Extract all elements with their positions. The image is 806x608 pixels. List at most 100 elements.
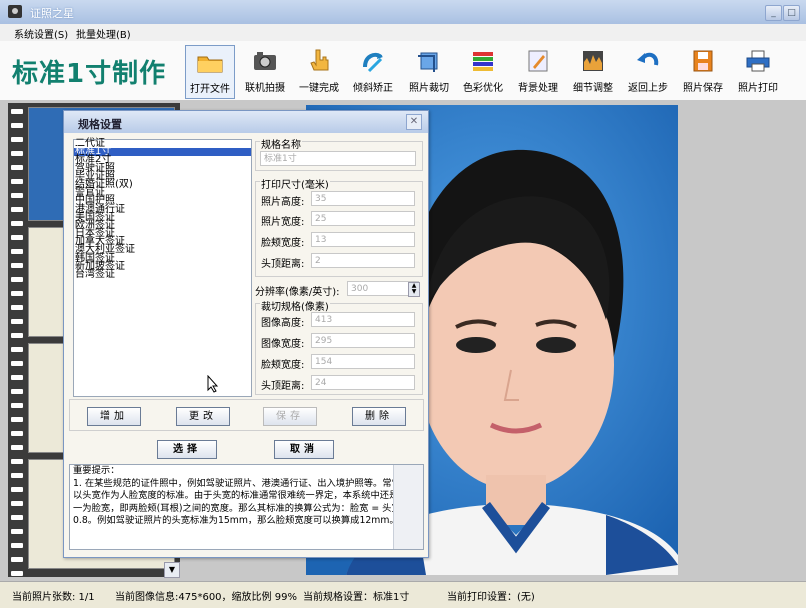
chevron-down-icon[interactable]: ▼ — [164, 562, 180, 578]
save-button[interactable]: 保存 — [263, 407, 317, 426]
crop-top-distance-input[interactable]: 24 — [311, 375, 415, 390]
dialog-title-bar: 规格设置 ✕ — [64, 111, 428, 133]
face-width-input[interactable]: 13 — [311, 232, 415, 247]
maximize-button[interactable]: □ — [783, 5, 800, 21]
histogram-icon — [583, 51, 603, 71]
status-print: 当前打印设置：(无) — [447, 592, 535, 603]
image-width-label: 图像宽度: — [261, 339, 305, 350]
film-hole — [11, 347, 23, 352]
camera-capture-button[interactable]: 联机拍摄 — [243, 45, 287, 97]
tilt-correct-button[interactable]: 倾斜矫正 — [350, 45, 396, 97]
spec-name-input[interactable]: 标准1寸 — [260, 151, 416, 166]
undo-arrow-icon — [637, 52, 659, 66]
window-title: 证照之星 — [30, 7, 74, 20]
spec-settings-dialog: 规格设置 ✕ 二代证 标准1寸 标准2寸 驾驶证照 毕业证照 结婚证照(双) 警官证 中国护照… — [63, 110, 429, 558]
open-file-button[interactable]: 打开文件 — [185, 45, 235, 99]
save-photo-button[interactable]: 照片保存 — [680, 45, 726, 97]
face-width-label: 脸颊宽度: — [261, 238, 305, 249]
close-icon[interactable]: ✕ — [406, 114, 422, 130]
app-heading: 标准1寸制作 — [12, 59, 167, 89]
status-image-info: 当前图像信息:475*600，缩放比例 99% — [115, 592, 297, 603]
film-hole — [11, 431, 23, 436]
film-hole — [11, 179, 23, 184]
film-hole — [11, 137, 23, 142]
film-hole — [11, 235, 23, 240]
film-hole — [11, 249, 23, 254]
delete-button[interactable]: 删除 — [352, 407, 406, 426]
background-button[interactable]: 背景处理 — [515, 45, 561, 97]
status-photo-count: 当前照片张数: 1/1 — [12, 592, 95, 603]
brush-icon — [528, 50, 548, 72]
crop-spec-label: 裁切规格(像素) — [260, 298, 330, 313]
camera-app-icon — [8, 5, 22, 18]
rotate-arrows-icon — [363, 52, 383, 73]
film-hole — [11, 263, 23, 268]
color-optimize-button[interactable]: 色彩优化 — [460, 45, 506, 97]
spec-name-label: 规格名称 — [260, 136, 302, 151]
crop-top-distance-label: 头顶距离: — [261, 381, 305, 392]
film-hole — [11, 557, 23, 562]
spec-listbox[interactable]: 二代证 标准1寸 标准2寸 驾驶证照 毕业证照 结婚证照(双) 警官证 中国护照 港澳通行证 美国… — [73, 138, 252, 397]
film-hole — [11, 123, 23, 128]
top-distance-label: 头顶距离: — [261, 259, 305, 270]
film-hole — [11, 445, 23, 450]
image-height-label: 图像高度: — [261, 318, 305, 329]
toolbar: 标准1寸制作 打开文件 联机拍摄 一键完成 倾斜矫正 照片裁切 色彩优化 背景处… — [0, 41, 806, 101]
crop-button[interactable]: 照片裁切 — [405, 45, 453, 97]
notes-scrollbar[interactable] — [393, 465, 423, 549]
one-click-button[interactable]: 一键完成 — [295, 45, 343, 97]
status-bar: 当前照片张数: 1/1 当前图像信息:475*600，缩放比例 99% 当前规格… — [0, 581, 806, 608]
crop-face-width-label: 脸颊宽度: — [261, 360, 305, 371]
spec-list-item[interactable]: 台湾签证 — [74, 269, 251, 279]
film-hole — [11, 473, 23, 478]
camera-icon — [254, 52, 276, 70]
minimize-button[interactable]: _ — [765, 5, 782, 21]
film-hole — [11, 277, 23, 282]
photo-width-input[interactable]: 25 — [311, 211, 415, 226]
film-hole — [11, 193, 23, 198]
print-photo-button[interactable]: 照片打印 — [735, 45, 781, 97]
status-spec: 当前规格设置：标准1寸 — [303, 592, 410, 603]
printer-icon — [746, 50, 770, 72]
film-hole — [11, 361, 23, 366]
title-bar: 证照之星 _ □ — [0, 0, 806, 24]
detail-adjust-button[interactable]: 细节调整 — [570, 45, 616, 97]
film-hole — [11, 221, 23, 226]
cancel-button[interactable]: 取消 — [274, 440, 334, 459]
film-hole — [11, 403, 23, 408]
notes-text: 重要提示： 1. 在某些规范的证件照中，例如驾驶证照片、港澳通行证、出入境护照等。… — [73, 465, 409, 527]
select-button[interactable]: 选择 — [157, 440, 217, 459]
photo-width-label: 照片宽度: — [261, 217, 305, 228]
photo-height-label: 照片高度: — [261, 197, 305, 208]
film-hole — [11, 319, 23, 324]
add-button[interactable]: 增加 — [87, 407, 141, 426]
top-distance-input[interactable]: 2 — [311, 253, 415, 268]
mouse-cursor-icon — [207, 374, 219, 396]
image-height-input[interactable]: 413 — [311, 312, 415, 327]
film-hole — [11, 529, 23, 534]
film-hole — [11, 417, 23, 422]
film-hole — [11, 571, 23, 576]
menu-system-settings[interactable]: 系统设置(S) — [14, 26, 68, 41]
film-hole — [11, 487, 23, 492]
film-hole — [11, 459, 23, 464]
undo-button[interactable]: 返回上步 — [625, 45, 671, 97]
menu-bar: 系统设置(S) 批量处理(B) — [0, 24, 806, 41]
hand-pointer-icon — [310, 49, 329, 71]
resolution-spinner-icon[interactable]: ▲ ▼ — [408, 282, 420, 297]
crop-face-width-input[interactable]: 154 — [311, 354, 415, 369]
dialog-title: 规格设置 — [78, 118, 122, 131]
modify-button[interactable]: 更改 — [176, 407, 230, 426]
film-hole — [11, 207, 23, 212]
film-hole — [11, 165, 23, 170]
image-width-input[interactable]: 295 — [311, 333, 415, 348]
menu-batch[interactable]: 批量处理(B) — [76, 26, 131, 41]
photo-height-input[interactable]: 35 — [311, 191, 415, 206]
film-hole — [11, 389, 23, 394]
folder-icon — [197, 56, 223, 73]
notes-textarea[interactable]: 重要提示： 1. 在某些规范的证件照中，例如驾驶证照片、港澳通行证、出入境护照等。… — [69, 464, 424, 550]
color-bars-icon — [473, 52, 493, 71]
film-hole — [11, 151, 23, 156]
print-size-label: 打印尺寸(毫米) — [260, 176, 330, 191]
film-hole — [11, 501, 23, 506]
